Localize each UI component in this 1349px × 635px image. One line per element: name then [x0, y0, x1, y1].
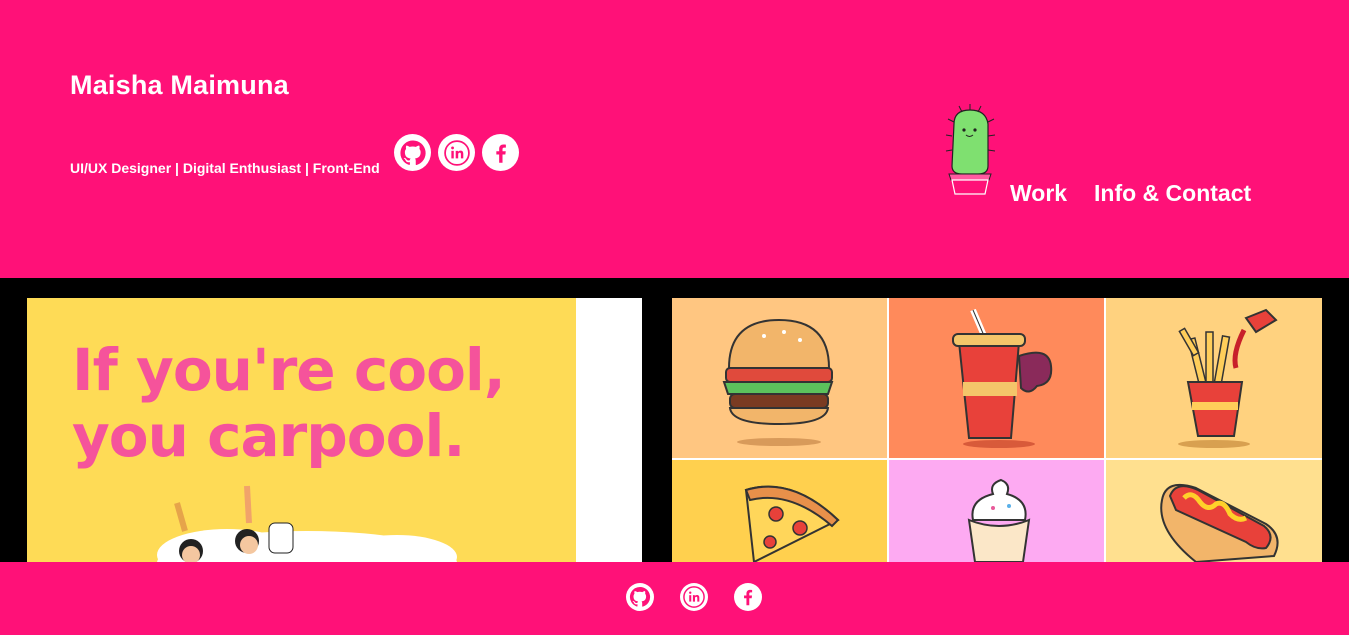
project-card-food-icons[interactable]: [672, 298, 1322, 562]
footer-facebook-link[interactable]: [734, 583, 762, 611]
cactus-logo-icon: [945, 104, 996, 195]
people-cloud-illustration: [157, 485, 457, 562]
ice-cream-icon: [967, 478, 1031, 562]
footer-linkedin-link[interactable]: [680, 583, 708, 611]
food-tile: [889, 298, 1104, 458]
food-tile: [1106, 460, 1322, 562]
poster-headline-line1: If you're cool,: [72, 336, 506, 404]
header-social-links: [394, 134, 519, 171]
site-title: Maisha Maimuna: [70, 70, 289, 100]
pizza-slice-icon: [744, 485, 840, 562]
linkedin-link[interactable]: [438, 134, 475, 171]
github-icon: [629, 586, 651, 607]
facebook-icon: [495, 144, 506, 163]
footer-github-link[interactable]: [626, 583, 654, 611]
site-footer: [0, 562, 1349, 635]
food-tile: [672, 460, 887, 562]
nav-work[interactable]: Work: [1010, 180, 1067, 207]
fries-ketchup-icon: [1178, 308, 1278, 448]
tagline: UI/UX Designer | Digital Enthusiast | Fr…: [70, 160, 380, 176]
soda-cup-icon: [952, 308, 1053, 448]
linkedin-icon: [683, 586, 705, 608]
hot-dog-icon: [1160, 484, 1279, 562]
facebook-icon: [744, 589, 753, 606]
footer-social-links: [626, 583, 762, 611]
nav-info-contact[interactable]: Info & Contact: [1094, 180, 1251, 207]
poster-headline-line2: you carpool.: [72, 402, 465, 470]
food-tile: [889, 460, 1104, 562]
burger-icon: [722, 318, 834, 446]
facebook-link[interactable]: [482, 134, 519, 171]
carpool-poster: If you're cool, you carpool.: [27, 298, 576, 562]
linkedin-icon: [443, 139, 470, 166]
food-tile: [672, 298, 887, 458]
github-icon: [399, 139, 426, 165]
food-tile: [1106, 298, 1322, 458]
github-link[interactable]: [394, 134, 431, 171]
site-header: Maisha Maimuna UI/UX Designer | Digital …: [0, 0, 1349, 278]
project-card-carpool[interactable]: If you're cool, you carpool.: [27, 298, 642, 562]
